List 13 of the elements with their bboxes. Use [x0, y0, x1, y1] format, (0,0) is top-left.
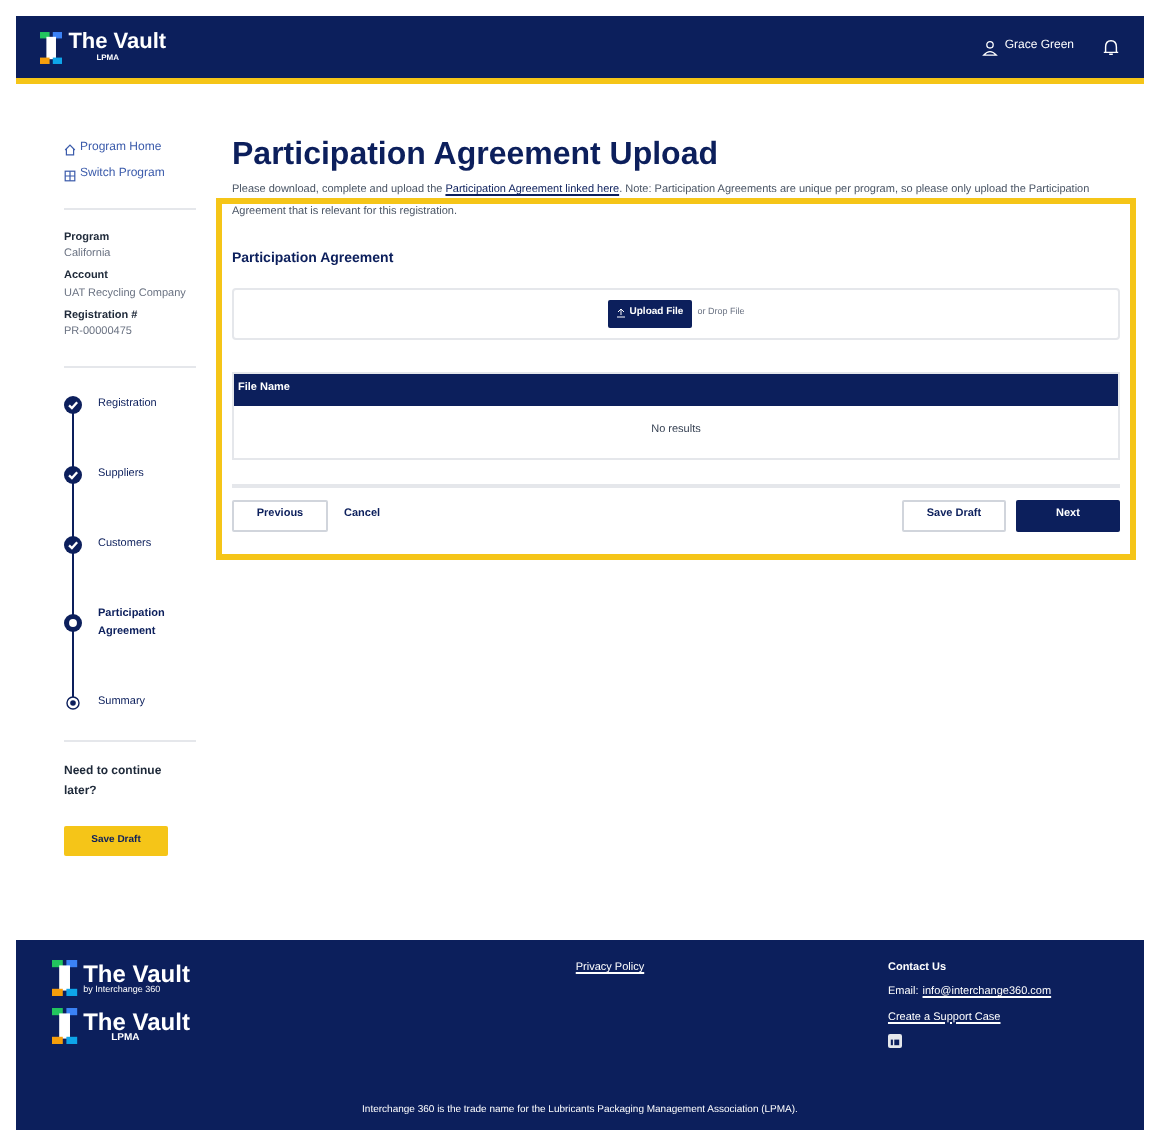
grid-icon	[64, 169, 76, 181]
linkedin-icon[interactable]	[887, 1033, 902, 1048]
footer-brand: The Vault	[83, 961, 190, 986]
upload-icon	[615, 308, 626, 318]
logo-icon	[52, 960, 78, 996]
user-icon	[982, 39, 999, 55]
logo-icon	[52, 1008, 78, 1044]
footer-brand: The Vault	[83, 1009, 190, 1033]
page-title: Participation Agreement Upload	[232, 136, 720, 176]
logo-icon	[40, 31, 63, 63]
brand-name: The Vault	[68, 32, 167, 54]
home-icon	[64, 143, 76, 155]
bell-icon[interactable]	[1102, 38, 1120, 56]
